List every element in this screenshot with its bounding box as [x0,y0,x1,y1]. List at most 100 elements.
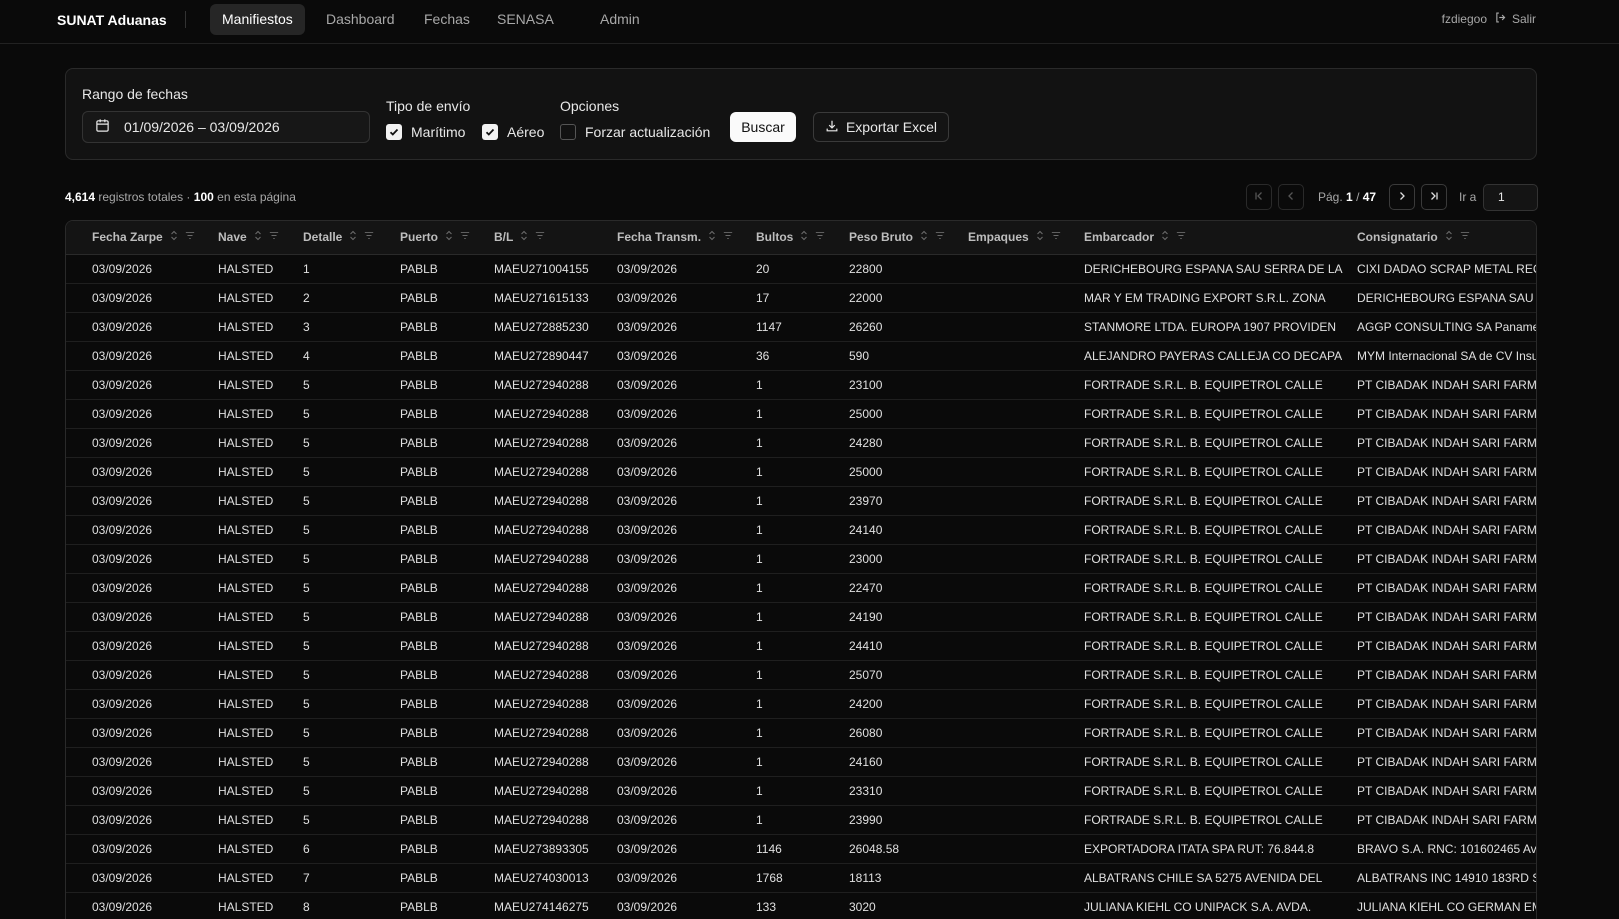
search-button[interactable]: Buscar [730,112,796,142]
last-page-button[interactable] [1421,184,1447,210]
cell-puerto: PABLB [400,254,494,284]
sort-icon[interactable] [348,230,358,244]
sort-icon[interactable] [1035,230,1045,244]
column-header-fecha-transm[interactable]: Fecha Transm. [617,221,756,255]
cell-bultos: 36 [756,341,849,371]
cell-puerto: PABLB [400,486,494,516]
nav-item-fechas[interactable]: Fechas [412,4,482,35]
sort-icon[interactable] [169,230,179,244]
brand-logo-text[interactable]: SUNAT Aduanas [57,12,167,28]
filter-icon[interactable] [535,230,545,244]
filter-icon[interactable] [1460,230,1470,244]
column-header-consignatario[interactable]: Consignatario [1357,221,1536,255]
table-row[interactable]: 03/09/2026 HALSTED 5 PABLB MAEU272940288 03/0… [66,515,1536,545]
maritimo-checkbox[interactable]: Marítimo [386,124,465,140]
filter-icon[interactable] [1176,230,1186,244]
cell-puerto: PABLB [400,457,494,487]
cell-nave: HALSTED [218,515,303,545]
nav-item-admin[interactable]: Admin [588,4,652,35]
column-header-empaques[interactable]: Empaques [968,221,1084,255]
sort-icon[interactable] [444,230,454,244]
cell-peso-bruto: 590 [849,341,968,371]
sort-icon[interactable] [519,230,529,244]
table-row[interactable]: 03/09/2026 HALSTED 5 PABLB MAEU272940288 03/0… [66,573,1536,603]
filter-icon[interactable] [723,230,733,244]
cell-bultos: 17 [756,283,849,313]
cell-fecha-zarpe: 03/09/2026 [92,370,218,400]
cell-puerto: PABLB [400,863,494,893]
table-row[interactable]: 03/09/2026 HALSTED 5 PABLB MAEU272940288 03/0… [66,544,1536,574]
page-indicator: Pág. 1 / 47 [1318,190,1376,204]
table-row[interactable]: 03/09/2026 HALSTED 5 PABLB MAEU272940288 03/0… [66,428,1536,458]
cell-fecha-transm: 03/09/2026 [617,776,756,806]
column-header-embarcador[interactable]: Embarcador [1084,221,1357,255]
cell-nave: HALSTED [218,254,303,284]
sort-icon[interactable] [919,230,929,244]
column-header-fecha-zarpe[interactable]: Fecha Zarpe [92,221,218,255]
cell-bultos: 1 [756,689,849,719]
first-page-button[interactable] [1246,184,1272,210]
column-header-peso-bruto[interactable]: Peso Bruto [849,221,968,255]
goto-page-input[interactable]: 1 [1483,184,1538,211]
table-row[interactable]: 03/09/2026 HALSTED 5 PABLB MAEU272940288 03/0… [66,602,1536,632]
column-header-detalle[interactable]: Detalle [303,221,400,255]
table-row[interactable]: 03/09/2026 HALSTED 5 PABLB MAEU272940288 03/0… [66,747,1536,777]
export-excel-button[interactable]: Exportar Excel [813,112,949,142]
cell-puerto: PABLB [400,341,494,371]
column-header-puerto[interactable]: Puerto [400,221,494,255]
cell-fecha-zarpe: 03/09/2026 [92,631,218,661]
sort-icon[interactable] [707,230,717,244]
logout-button[interactable]: Salir [1494,10,1536,28]
checkbox-checked-icon [386,124,402,140]
table-row[interactable]: 03/09/2026 HALSTED 5 PABLB MAEU272940288 03/0… [66,689,1536,719]
column-header-nave[interactable]: Nave [218,221,303,255]
sort-icon[interactable] [799,230,809,244]
cell-bultos: 1 [756,602,849,632]
filter-icon[interactable] [364,230,374,244]
table-row[interactable]: 03/09/2026 HALSTED 3 PABLB MAEU272885230 03/0… [66,312,1536,342]
table-row[interactable]: 03/09/2026 HALSTED 5 PABLB MAEU272940288 03/0… [66,805,1536,835]
column-header-b-l[interactable]: B/L [494,221,617,255]
table-row[interactable]: 03/09/2026 HALSTED 5 PABLB MAEU272940288 03/0… [66,486,1536,516]
aereo-checkbox[interactable]: Aéreo [482,124,544,140]
table-row[interactable]: 03/09/2026 HALSTED 4 PABLB MAEU272890447 03/0… [66,341,1536,371]
sort-icon[interactable] [1160,230,1170,244]
goto-page-label: Ir a [1459,190,1477,204]
filter-icon[interactable] [460,230,470,244]
column-header-bultos[interactable]: Bultos [756,221,849,255]
manifest-table: Fecha Zarpe Nave Detalle Puerto B/L Fecha Tra… [65,220,1537,919]
table-row[interactable]: 03/09/2026 HALSTED 5 PABLB MAEU272940288 03/0… [66,370,1536,400]
sort-icon[interactable] [1444,230,1454,244]
filter-icon[interactable] [185,230,195,244]
prev-page-button[interactable] [1278,184,1304,210]
next-page-button[interactable] [1389,184,1415,210]
nav-item-dashboard[interactable]: Dashboard [314,4,407,35]
table-row[interactable]: 03/09/2026 HALSTED 6 PABLB MAEU273893305 03/0… [66,834,1536,864]
cell-bultos: 1 [756,573,849,603]
cell-detalle: 7 [303,863,400,893]
cell-nave: HALSTED [218,863,303,893]
filter-icon[interactable] [1051,230,1061,244]
filter-icon[interactable] [815,230,825,244]
cell-fecha-zarpe: 03/09/2026 [92,283,218,313]
cell-nave: HALSTED [218,689,303,719]
filter-icon[interactable] [935,230,945,244]
table-row[interactable]: 03/09/2026 HALSTED 7 PABLB MAEU274030013 03/0… [66,863,1536,893]
table-row[interactable]: 03/09/2026 HALSTED 5 PABLB MAEU272940288 03/0… [66,776,1536,806]
nav-item-manifiestos[interactable]: Manifiestos [210,4,305,35]
date-range-picker[interactable]: 01/09/2026 – 03/09/2026 [82,111,370,143]
table-row[interactable]: 03/09/2026 HALSTED 1 PABLB MAEU271004155 03/0… [66,254,1536,284]
table-row[interactable]: 03/09/2026 HALSTED 5 PABLB MAEU272940288 03/0… [66,631,1536,661]
cell-fecha-zarpe: 03/09/2026 [92,602,218,632]
table-row[interactable]: 03/09/2026 HALSTED 2 PABLB MAEU271615133 03/0… [66,283,1536,313]
table-row[interactable]: 03/09/2026 HALSTED 5 PABLB MAEU272940288 03/0… [66,660,1536,690]
nav-item-senasa[interactable]: SENASA [485,4,566,35]
table-row[interactable]: 03/09/2026 HALSTED 5 PABLB MAEU272940288 03/0… [66,399,1536,429]
sort-icon[interactable] [253,230,263,244]
table-row[interactable]: 03/09/2026 HALSTED 8 PABLB MAEU274146275 03/0… [66,892,1536,919]
table-row[interactable]: 03/09/2026 HALSTED 5 PABLB MAEU272940288 03/0… [66,457,1536,487]
table-row[interactable]: 03/09/2026 HALSTED 5 PABLB MAEU272940288 03/0… [66,718,1536,748]
forzar-actualizacion-checkbox[interactable]: Forzar actualización [560,124,710,140]
filter-icon[interactable] [269,230,279,244]
cell-fecha-transm: 03/09/2026 [617,399,756,429]
